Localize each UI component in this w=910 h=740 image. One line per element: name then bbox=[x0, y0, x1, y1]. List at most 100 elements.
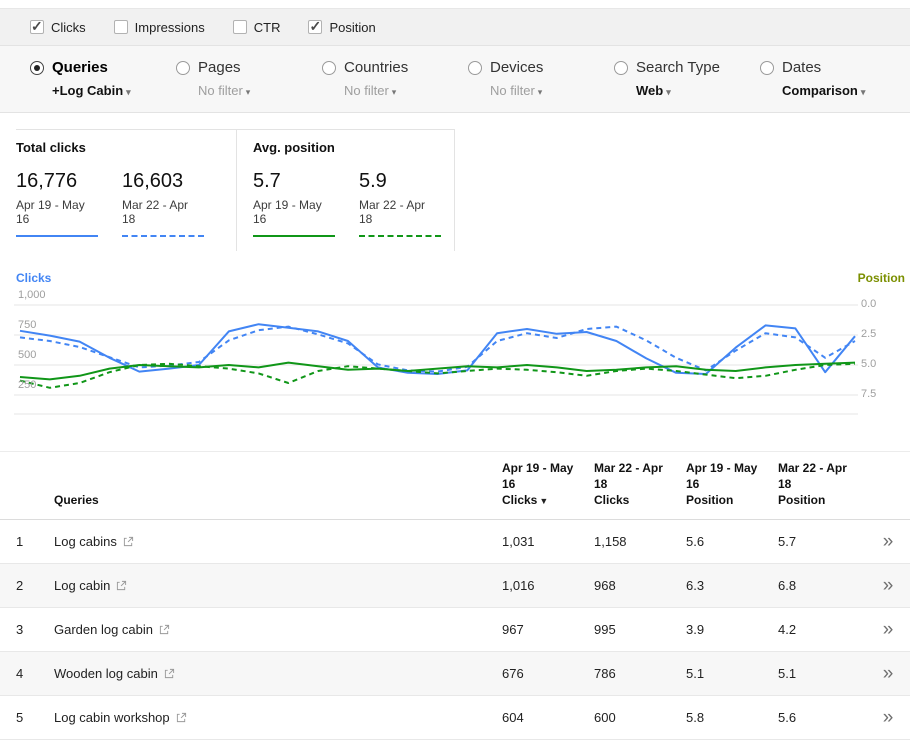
column-header-queries[interactable]: Queries bbox=[46, 452, 494, 520]
tab-countries[interactable]: Countries No filter▾ bbox=[322, 59, 468, 98]
row-rank: 3 bbox=[0, 607, 46, 651]
metric-value: 16,603 bbox=[122, 170, 204, 193]
expand-row-icon[interactable]: » bbox=[883, 531, 894, 552]
query-link[interactable]: Log cabins bbox=[54, 534, 117, 549]
external-link-icon[interactable] bbox=[116, 580, 127, 591]
left-axis-tick: 250 bbox=[18, 379, 36, 391]
right-axis-tick: 2.5 bbox=[861, 328, 876, 340]
row-rank: 4 bbox=[0, 651, 46, 695]
table-row: 3 Garden log cabin 967 995 3.9 4.2 » bbox=[0, 607, 910, 651]
tab-label: Search Type bbox=[636, 59, 720, 76]
queries-filter-dropdown[interactable]: +Log Cabin▾ bbox=[52, 83, 131, 98]
left-axis-tick: 1,000 bbox=[18, 289, 46, 301]
column-header-clicks-current[interactable]: Apr 19 - May 16 Clicks▼ bbox=[494, 452, 586, 520]
summary-title: Avg. position bbox=[253, 140, 438, 155]
external-link-icon[interactable] bbox=[164, 668, 175, 679]
radio-icon[interactable] bbox=[614, 61, 628, 75]
search-type-dropdown[interactable]: Web▾ bbox=[636, 83, 720, 98]
date-range-label: Mar 22 - Apr 18 bbox=[359, 198, 441, 226]
left-axis-title: Clicks bbox=[16, 271, 51, 285]
devices-filter-dropdown[interactable]: No filter▾ bbox=[490, 83, 543, 98]
chevron-down-icon: ▾ bbox=[861, 87, 866, 97]
tab-queries[interactable]: Queries +Log Cabin▾ bbox=[30, 59, 176, 98]
column-header-clicks-previous[interactable]: Mar 22 - Apr 18 Clicks bbox=[586, 452, 678, 520]
date-range-label: Mar 22 - Apr 18 bbox=[122, 198, 204, 226]
check-icon: ✓ bbox=[31, 18, 43, 35]
external-link-icon[interactable] bbox=[176, 712, 187, 723]
query-link[interactable]: Log cabin workshop bbox=[54, 710, 170, 725]
table-row: 1 Log cabins 1,031 1,158 5.6 5.7 » bbox=[0, 519, 910, 563]
radio-icon[interactable] bbox=[468, 61, 482, 75]
row-rank: 2 bbox=[0, 563, 46, 607]
tab-search-type[interactable]: Search Type Web▾ bbox=[614, 59, 760, 98]
column-header-position-previous[interactable]: Mar 22 - Apr 18 Position bbox=[770, 452, 866, 520]
expand-row-icon[interactable]: » bbox=[883, 575, 894, 596]
metric-value: 5.9 bbox=[359, 170, 441, 193]
column-header-position-current[interactable]: Apr 19 - May 16 Position bbox=[678, 452, 770, 520]
metric-label: CTR bbox=[254, 20, 281, 35]
clicks-previous-cell: 1,158 bbox=[586, 519, 678, 563]
tab-label: Countries bbox=[344, 59, 408, 76]
radio-icon[interactable] bbox=[30, 61, 44, 75]
tab-label: Devices bbox=[490, 59, 543, 76]
table-row: 2 Log cabin 1,016 968 6.3 6.8 » bbox=[0, 563, 910, 607]
expand-row-icon[interactable]: » bbox=[883, 663, 894, 684]
metric-toggle-position[interactable]: ✓ Position bbox=[308, 20, 375, 35]
metric-label: Clicks bbox=[51, 20, 86, 35]
tab-label: Pages bbox=[198, 59, 250, 76]
chevron-down-icon: ▾ bbox=[666, 87, 671, 97]
row-rank: 1 bbox=[0, 519, 46, 563]
position-previous-cell: 5.7 bbox=[770, 519, 866, 563]
checkbox-icon[interactable]: ✓ bbox=[30, 20, 44, 34]
radio-icon[interactable] bbox=[176, 61, 190, 75]
total-clicks-previous-period: 16,603 Mar 22 - Apr 18 bbox=[122, 170, 204, 237]
right-axis-tick: 7.5 bbox=[861, 388, 876, 400]
tab-dates[interactable]: Dates Comparison▾ bbox=[760, 59, 906, 98]
clicks-current-cell: 967 bbox=[494, 607, 586, 651]
chevron-down-icon: ▾ bbox=[126, 87, 131, 97]
check-icon: ✓ bbox=[309, 18, 321, 35]
left-axis-tick: 750 bbox=[18, 319, 36, 331]
tab-pages[interactable]: Pages No filter▾ bbox=[176, 59, 322, 98]
checkbox-icon[interactable]: ✓ bbox=[308, 20, 322, 34]
checkbox-icon[interactable]: ✓ bbox=[233, 20, 247, 34]
dashed-line-swatch bbox=[122, 235, 204, 237]
metrics-toggle-bar: ✓ Clicks ✓ Impressions ✓ CTR ✓ Position bbox=[0, 8, 910, 46]
table-row: 4 Wooden log cabin 676 786 5.1 5.1 » bbox=[0, 651, 910, 695]
chart-canvas[interactable] bbox=[0, 287, 910, 427]
query-link[interactable]: Garden log cabin bbox=[54, 622, 153, 637]
query-link[interactable]: Wooden log cabin bbox=[54, 666, 158, 681]
chevron-down-icon: ▾ bbox=[538, 87, 543, 97]
clicks-previous-cell: 995 bbox=[586, 607, 678, 651]
expand-row-icon[interactable]: » bbox=[883, 619, 894, 640]
summary-panel: Total clicks 16,776 Apr 19 - May 16 16,6… bbox=[16, 129, 455, 251]
external-link-icon[interactable] bbox=[159, 624, 170, 635]
avg-position-summary: Avg. position 5.7 Apr 19 - May 16 5.9 Ma… bbox=[237, 130, 455, 251]
pages-filter-dropdown[interactable]: No filter▾ bbox=[198, 83, 250, 98]
checkbox-icon[interactable]: ✓ bbox=[114, 20, 128, 34]
clicks-current-cell: 1,031 bbox=[494, 519, 586, 563]
radio-icon[interactable] bbox=[322, 61, 336, 75]
metric-toggle-clicks[interactable]: ✓ Clicks bbox=[30, 20, 86, 35]
avg-position-current-period: 5.7 Apr 19 - May 16 bbox=[253, 170, 335, 237]
position-current-cell: 5.1 bbox=[678, 651, 770, 695]
metric-label: Position bbox=[329, 20, 375, 35]
countries-filter-dropdown[interactable]: No filter▾ bbox=[344, 83, 408, 98]
right-axis-title: Position bbox=[858, 271, 905, 285]
position-current-cell: 6.3 bbox=[678, 563, 770, 607]
dashed-line-swatch bbox=[359, 235, 441, 237]
expand-row-icon[interactable]: » bbox=[883, 707, 894, 728]
search-analytics-page: ✓ Clicks ✓ Impressions ✓ CTR ✓ Position … bbox=[0, 0, 910, 740]
radio-icon[interactable] bbox=[760, 61, 774, 75]
tab-label: Queries bbox=[52, 59, 131, 76]
external-link-icon[interactable] bbox=[123, 536, 134, 547]
query-link[interactable]: Log cabin bbox=[54, 578, 110, 593]
tab-devices[interactable]: Devices No filter▾ bbox=[468, 59, 614, 98]
total-clicks-summary: Total clicks 16,776 Apr 19 - May 16 16,6… bbox=[16, 130, 237, 251]
analytics-line-chart[interactable]: 1,000 750 500 250 0.0 2.5 5.0 7.5 bbox=[0, 287, 910, 427]
sort-desc-icon: ▼ bbox=[539, 496, 548, 506]
metric-toggle-ctr[interactable]: ✓ CTR bbox=[233, 20, 281, 35]
left-axis-tick: 500 bbox=[18, 349, 36, 361]
metric-toggle-impressions[interactable]: ✓ Impressions bbox=[114, 20, 205, 35]
dates-dropdown[interactable]: Comparison▾ bbox=[782, 83, 865, 98]
